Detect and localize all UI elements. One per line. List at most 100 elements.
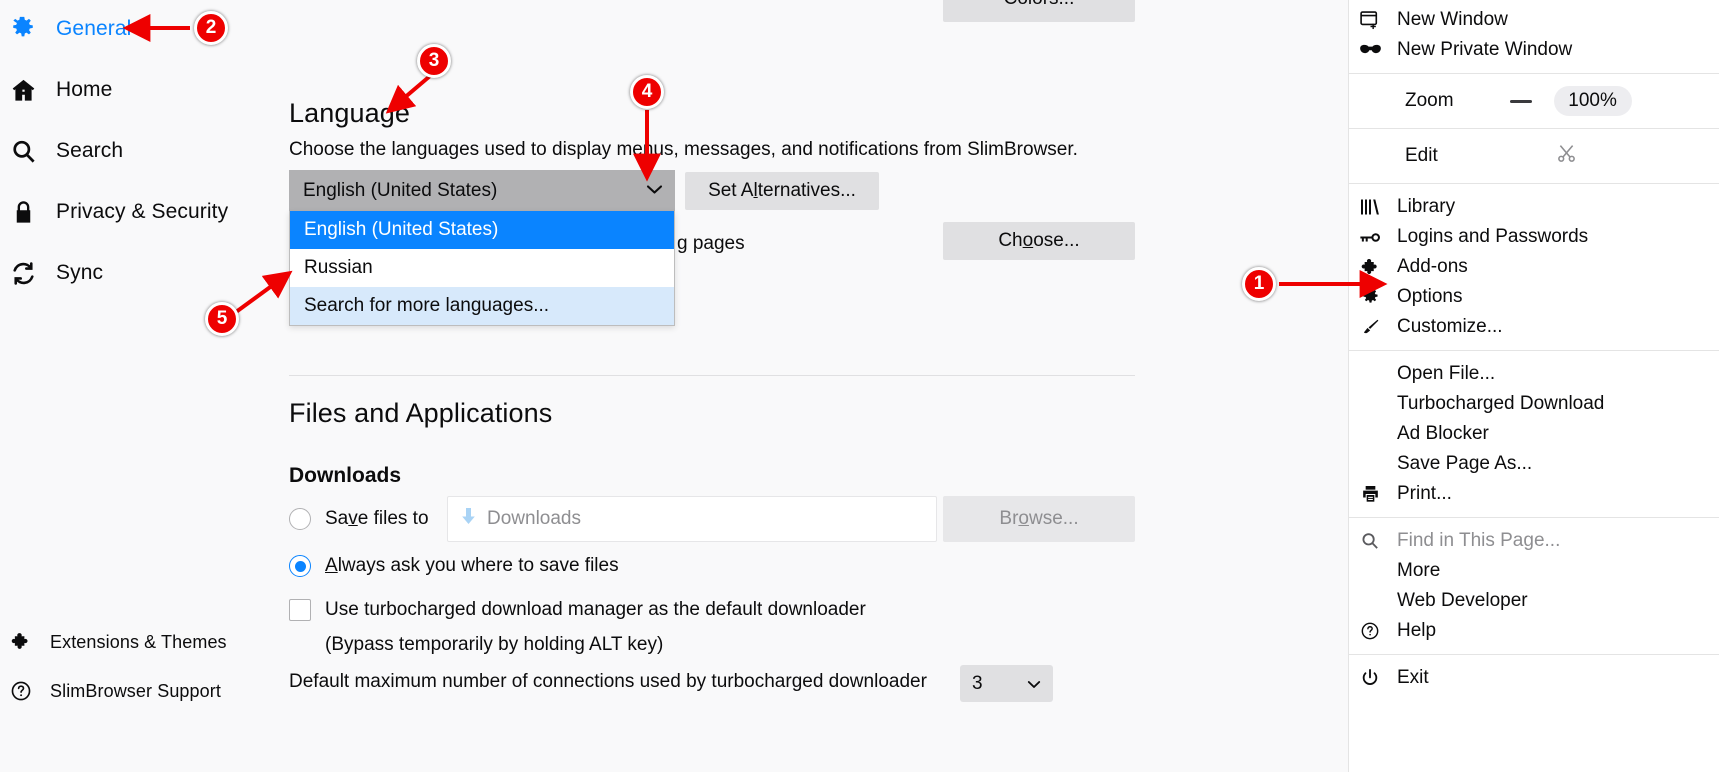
sidebar-item-label: SlimBrowser Support — [50, 680, 221, 701]
menu-separator — [1349, 73, 1719, 74]
annotation-badge-5: 5 — [205, 302, 239, 336]
downloads-heading: Downloads — [289, 464, 402, 487]
zoom-out-icon[interactable] — [1509, 99, 1532, 103]
gear-icon — [8, 14, 38, 44]
menu-item-exit[interactable]: Exit — [1349, 663, 1719, 693]
blank-icon — [1357, 363, 1383, 385]
annotation-badge-4: 4 — [630, 75, 664, 109]
language-select[interactable]: English (United States) — [289, 170, 675, 211]
menu-item-web-developer[interactable]: Web Developer — [1349, 586, 1719, 616]
turbo-downloader-row[interactable]: Use turbocharged download manager as the… — [289, 599, 866, 621]
menu-separator — [1349, 350, 1719, 351]
menu-item-add-ons[interactable]: Add-ons — [1349, 252, 1719, 282]
menu-edit-row[interactable]: Edit — [1349, 137, 1719, 175]
key-icon — [1357, 226, 1383, 248]
lock-icon — [8, 197, 38, 227]
search-icon — [8, 136, 38, 166]
menu-item-label: Options — [1397, 286, 1463, 307]
connections-value: 3 — [972, 672, 983, 694]
sidebar-item-privacy-security[interactable]: Privacy & Security — [8, 195, 228, 229]
colors-button[interactable]: Colors... — [943, 0, 1135, 22]
menu-item-find-in-this-page[interactable]: Find in This Page... — [1349, 526, 1719, 556]
sidebar-item-search[interactable]: Search — [8, 134, 123, 168]
menu-item-save-page-as[interactable]: Save Page As... — [1349, 449, 1719, 479]
sidebar-item-slimbrowser-support[interactable]: SlimBrowser Support — [8, 677, 221, 705]
sidebar-item-label: Extensions & Themes — [50, 631, 227, 652]
annotation-badge-3: 3 — [417, 44, 451, 78]
menu-separator — [1349, 517, 1719, 518]
edit-label: Edit — [1405, 145, 1438, 166]
menu-item-label: Exit — [1397, 667, 1429, 688]
menu-item-label: Help — [1397, 620, 1437, 641]
home-icon — [8, 75, 38, 105]
language-option-english-united-states[interactable]: English (United States) — [290, 211, 674, 249]
menu-item-logins-passwords[interactable]: Logins and Passwords — [1349, 222, 1719, 252]
menu-item-label: New Window — [1397, 9, 1508, 30]
always-ask-row[interactable]: Always ask you where to save files — [289, 555, 619, 577]
sidebar-item-label: Privacy & Security — [56, 200, 229, 223]
puzzle-icon — [1357, 256, 1383, 278]
menu-item-label: Customize... — [1397, 316, 1503, 337]
browser-app-menu: New Window New Private Window Zoom 100% … — [1348, 0, 1719, 772]
badge-number: 5 — [216, 308, 228, 329]
menu-item-open-file[interactable]: Open File... — [1349, 359, 1719, 389]
menu-item-more[interactable]: More — [1349, 556, 1719, 586]
menu-item-label: Ad Blocker — [1397, 423, 1489, 444]
badge-number: 2 — [205, 17, 217, 38]
menu-item-library[interactable]: Library — [1349, 192, 1719, 222]
menu-item-new-window[interactable]: New Window — [1349, 5, 1719, 35]
new-window-icon — [1357, 9, 1383, 31]
options-page-root: General Home Search Privacy & Security S… — [0, 0, 1719, 772]
badge-number: 1 — [1253, 273, 1265, 294]
badge-number: 4 — [641, 81, 653, 102]
chevron-down-icon — [1027, 673, 1041, 695]
menu-separator — [1349, 183, 1719, 184]
occluded-text: g pages — [677, 233, 745, 254]
sidebar-item-extensions-themes[interactable]: Extensions & Themes — [8, 628, 227, 656]
always-ask-radio[interactable] — [289, 555, 311, 577]
connections-select[interactable]: 3 — [960, 665, 1053, 702]
download-path-input[interactable]: Downloads — [447, 496, 937, 542]
menu-zoom-row[interactable]: Zoom 100% — [1349, 82, 1719, 120]
turbo-downloader-hint: (Bypass temporarily by holding ALT key) — [325, 634, 664, 655]
scissors-icon[interactable] — [1556, 143, 1577, 169]
sidebar-item-label: Home — [56, 78, 113, 101]
browse-button[interactable]: Browse... — [943, 496, 1135, 542]
annotation-badge-2: 2 — [194, 11, 228, 45]
menu-item-print[interactable]: Print... — [1349, 479, 1719, 509]
language-dropdown-list: English (United States) Russian Search f… — [289, 211, 675, 326]
menu-item-label: Open File... — [1397, 363, 1496, 384]
sidebar-item-home[interactable]: Home — [8, 73, 112, 107]
library-icon — [1357, 196, 1383, 218]
menu-item-customize[interactable]: Customize... — [1349, 312, 1719, 342]
sync-icon — [8, 258, 38, 288]
always-ask-label: Always ask you where to save files — [325, 555, 619, 576]
sidebar-item-general[interactable]: General — [8, 12, 131, 46]
menu-item-label: Save Page As... — [1397, 453, 1533, 474]
set-alternatives-button[interactable]: Set Alternatives... — [685, 172, 879, 210]
choose-button[interactable]: Choose... — [943, 222, 1135, 260]
colors-button-label: Colors... — [1004, 0, 1075, 10]
menu-item-label: Logins and Passwords — [1397, 226, 1589, 247]
section-divider — [289, 375, 1135, 376]
menu-item-turbocharged-download[interactable]: Turbocharged Download — [1349, 389, 1719, 419]
browse-label: Browse... — [999, 508, 1079, 529]
choose-label: Choose... — [998, 230, 1080, 251]
sidebar-item-sync[interactable]: Sync — [8, 256, 103, 290]
save-files-to-radio[interactable] — [289, 508, 311, 530]
puzzle-icon — [8, 627, 34, 657]
zoom-level-value[interactable]: 100% — [1553, 86, 1632, 116]
menu-item-help[interactable]: Help — [1349, 616, 1719, 646]
menu-item-new-private-window[interactable]: New Private Window — [1349, 35, 1719, 65]
menu-item-ad-blocker[interactable]: Ad Blocker — [1349, 419, 1719, 449]
language-description: Choose the languages used to display men… — [289, 139, 1078, 160]
blank-icon — [1357, 560, 1383, 582]
option-label: English (United States) — [304, 219, 499, 240]
menu-item-options[interactable]: Options — [1349, 282, 1719, 312]
language-option-search-more[interactable]: Search for more languages... — [290, 287, 674, 325]
save-files-to-row[interactable]: Save files to — [289, 508, 429, 530]
language-option-russian[interactable]: Russian — [290, 249, 674, 287]
blank-icon — [1357, 590, 1383, 612]
turbo-downloader-label: Use turbocharged download manager as the… — [325, 599, 866, 620]
turbo-downloader-checkbox[interactable] — [289, 599, 311, 621]
